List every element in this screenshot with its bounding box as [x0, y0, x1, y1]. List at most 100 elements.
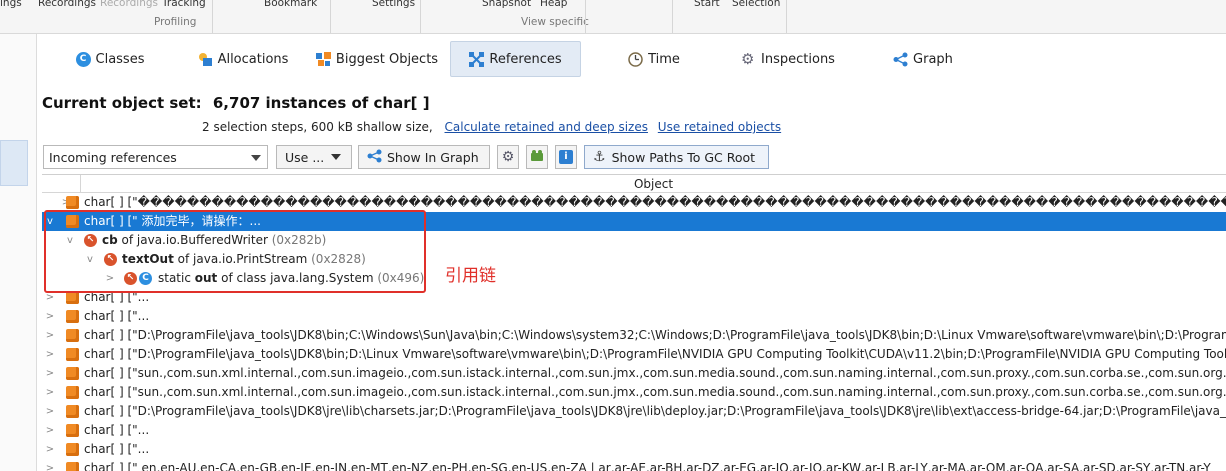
- view-tabs: C Classes Allocations Biggest Objects Re…: [38, 36, 1226, 82]
- tab-biggest-objects[interactable]: Biggest Objects: [314, 41, 440, 77]
- reference-type-dropdown[interactable]: Incoming references: [43, 145, 268, 169]
- tab-time[interactable]: Time: [618, 41, 690, 77]
- object-icon: [66, 443, 79, 456]
- show-in-graph-label: Show In Graph: [387, 149, 479, 165]
- chevron-right-icon[interactable]: >: [44, 307, 56, 326]
- dropdown-value: Incoming references: [49, 149, 177, 165]
- toolbar-item-selection[interactable]: Selection: [732, 0, 780, 9]
- biggest-objects-icon: [315, 51, 331, 67]
- reference-chain-highlight: [44, 210, 426, 293]
- allocations-icon: [198, 52, 213, 67]
- row-text: char[ ] ["sun.,com.sun.xml.internal.,com…: [84, 385, 1226, 399]
- toolbar-group-profiling: Profiling: [154, 16, 197, 28]
- toolbar-item-settings[interactable]: Settings: [372, 0, 415, 9]
- tab-label: Graph: [913, 51, 953, 67]
- column-header-object[interactable]: Object: [80, 175, 1226, 193]
- object-icon: [66, 386, 79, 399]
- row-text: char[ ] ["...: [84, 442, 150, 456]
- toolbar-item-snapshot[interactable]: Snapshot: [482, 0, 531, 9]
- object-icon: [66, 405, 79, 418]
- table-row[interactable]: > char[ ] ["sun.,com.sun.xml.internal.,c…: [42, 383, 1226, 402]
- toolbar-item-bookmark[interactable]: Bookmark: [264, 0, 317, 9]
- toolbar-item-recordings[interactable]: Recordings: [38, 0, 96, 9]
- chevron-right-icon[interactable]: >: [44, 364, 56, 383]
- chevron-right-icon[interactable]: >: [44, 440, 56, 459]
- toolbar-item-heap[interactable]: Heap: [540, 0, 567, 9]
- show-paths-label: Show Paths To GC Root: [611, 149, 756, 165]
- chevron-right-icon[interactable]: >: [44, 383, 56, 402]
- filter-button[interactable]: [526, 145, 548, 169]
- tab-inspections[interactable]: ⚙ Inspections: [736, 41, 840, 77]
- table-row[interactable]: > char[ ] ["...: [42, 307, 1226, 326]
- calculate-retained-link[interactable]: Calculate retained and deep sizes: [445, 120, 648, 134]
- row-text: char[ ] ["...: [84, 309, 150, 323]
- table-row[interactable]: > char[ ] ["...: [42, 440, 1226, 459]
- reference-chain-annotation: 引用链: [445, 266, 496, 286]
- row-text: char[ ] ["...: [84, 423, 150, 437]
- left-sidebar-selected-item[interactable]: [0, 140, 28, 186]
- row-text: char[ ] ["sun.,com.sun.xml.internal.,com…: [84, 366, 1226, 380]
- tab-classes[interactable]: C Classes: [62, 41, 158, 77]
- tab-graph[interactable]: Graph: [888, 41, 958, 77]
- row-text: char[ ] [" en,en-AU,en-CA,en-GB,en-IE,en…: [84, 461, 1211, 471]
- left-sidebar: [0, 34, 37, 471]
- object-icon: [66, 424, 79, 437]
- graph-icon: [367, 149, 382, 166]
- title-value: 6,707 instances of char[ ]: [212, 94, 430, 112]
- table-row[interactable]: > char[ ] ["D:\ProgramFile\java_tools\JD…: [42, 326, 1226, 345]
- filter-icon: [530, 149, 544, 165]
- graph-icon: [893, 52, 908, 67]
- row-text: char[ ] ["D:\ProgramFile\java_tools\JDK8…: [84, 404, 1226, 418]
- object-icon: [66, 367, 79, 380]
- gear-icon: ⚙: [741, 49, 755, 68]
- toolbar-item-recordings-cut[interactable]: ings: [0, 0, 22, 9]
- page-title: Current object set: 6,707 instances of c…: [42, 94, 430, 112]
- use-button[interactable]: Use ...: [276, 145, 352, 169]
- use-retained-link[interactable]: Use retained objects: [658, 120, 781, 134]
- table-row[interactable]: > char[ ] [" en,en-AU,en-CA,en-GB,en-IE,…: [42, 459, 1226, 471]
- tab-label: Time: [648, 51, 680, 67]
- use-button-label: Use ...: [285, 149, 325, 165]
- tree-header: Object: [42, 175, 1226, 193]
- summary-text: 2 selection steps, 600 kB shallow size,: [202, 120, 433, 134]
- show-in-graph-button[interactable]: Show In Graph: [358, 145, 490, 169]
- row-text: char[ ] ["D:\ProgramFile\java_tools\JDK8…: [84, 328, 1226, 342]
- chevron-right-icon[interactable]: >: [44, 345, 56, 364]
- references-icon: [469, 51, 485, 67]
- object-icon: [66, 462, 79, 471]
- tab-allocations[interactable]: Allocations: [188, 41, 298, 77]
- top-toolbar: ings Recordings Recordings Tracking Prof…: [0, 0, 1226, 34]
- toolbar-item-tracking[interactable]: Tracking: [162, 0, 206, 9]
- chevron-right-icon[interactable]: >: [44, 421, 56, 440]
- clock-icon: [628, 51, 643, 67]
- title-prefix: Current object set:: [42, 94, 202, 112]
- tab-label: Classes: [95, 51, 145, 67]
- info-button[interactable]: i: [555, 145, 577, 169]
- table-row[interactable]: > char[ ] ["sun.,com.sun.xml.internal.,c…: [42, 364, 1226, 383]
- table-row[interactable]: > char[ ] ["D:\ProgramFile\java_tools\JD…: [42, 345, 1226, 364]
- tab-label: Inspections: [761, 51, 835, 67]
- selection-summary: 2 selection steps, 600 kB shallow size, …: [202, 120, 781, 134]
- tab-label: References: [489, 51, 562, 67]
- row-text: char[ ] ["D:\ProgramFile\java_tools\JDK8…: [84, 347, 1226, 361]
- settings-button[interactable]: ⚙: [497, 145, 519, 169]
- class-icon: C: [75, 51, 91, 67]
- object-icon: [66, 196, 79, 209]
- tab-label: Allocations: [217, 51, 289, 67]
- tab-references[interactable]: References: [450, 41, 581, 77]
- object-icon: [66, 329, 79, 342]
- anchor-icon: ⚓: [593, 149, 606, 165]
- chevron-right-icon[interactable]: >: [44, 459, 56, 471]
- toolbar-group-view-specific: View specific: [521, 16, 589, 28]
- table-row[interactable]: > char[ ] ["D:\ProgramFile\java_tools\JD…: [42, 402, 1226, 421]
- toolbar-item-recordings-disabled: Recordings: [100, 0, 158, 9]
- gear-icon: ⚙: [501, 149, 515, 165]
- show-paths-gc-root-button[interactable]: ⚓ Show Paths To GC Root: [584, 145, 769, 169]
- chevron-right-icon[interactable]: >: [44, 326, 56, 345]
- tab-label: Biggest Objects: [335, 51, 439, 67]
- chevron-right-icon[interactable]: >: [44, 402, 56, 421]
- table-row[interactable]: > char[ ] ["...: [42, 421, 1226, 440]
- toolbar-item-start[interactable]: Start: [694, 0, 720, 9]
- info-icon: i: [559, 150, 573, 164]
- object-icon: [66, 348, 79, 361]
